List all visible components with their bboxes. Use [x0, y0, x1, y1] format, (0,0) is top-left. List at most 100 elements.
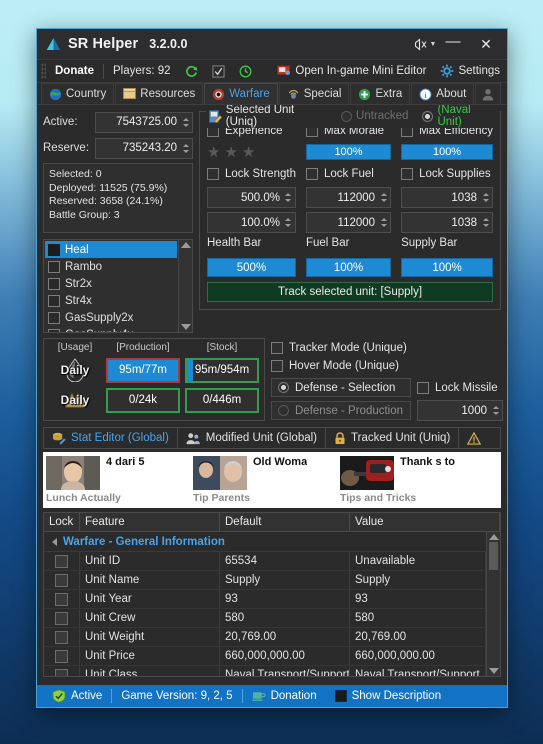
supplies-top-stepper[interactable]: 1038	[401, 187, 493, 208]
checkbox-icon[interactable]	[55, 630, 68, 644]
table-row[interactable]: Unit Weight 20,769.00 20,769.00	[44, 628, 486, 647]
list-item[interactable]: Str2x	[45, 275, 177, 292]
active-money-stepper[interactable]: 7543725.00	[95, 111, 193, 133]
col-default[interactable]: Default	[220, 513, 350, 531]
row-lock[interactable]	[44, 552, 80, 570]
stepper-arrows[interactable]	[284, 218, 295, 227]
untracked-radio-option[interactable]: Untracked	[341, 110, 408, 122]
stat-editor-button[interactable]: Stat Editor (Global)	[44, 428, 178, 448]
col-feature[interactable]: Feature	[80, 513, 220, 531]
checkbox-icon[interactable]	[271, 360, 283, 372]
donate-menu-item[interactable]: Donate	[48, 60, 101, 82]
check-icon[interactable]	[205, 60, 232, 82]
star-icon[interactable]: ★	[242, 145, 255, 160]
oil-production-cell[interactable]: 95m/77m	[106, 357, 180, 383]
checkbox-icon[interactable]	[207, 168, 219, 180]
clock-icon[interactable]	[232, 60, 259, 82]
checkbox-icon[interactable]	[48, 277, 60, 290]
radio-icon[interactable]	[341, 110, 353, 122]
muted-speaker-icon[interactable]: ▼	[411, 31, 437, 57]
row-lock[interactable]	[44, 666, 80, 676]
scroll-up-icon[interactable]	[180, 242, 191, 248]
lock-fuel-checkbox[interactable]: Lock Fuel	[305, 165, 391, 183]
video-card[interactable]: Thank s to Tips and Tricks	[340, 456, 485, 504]
tab-user[interactable]	[475, 83, 502, 104]
table-row[interactable]: Unit ID 65534 Unavailable	[44, 552, 486, 571]
video-thumbnail[interactable]	[193, 456, 247, 490]
lock-missile-checkbox[interactable]: Lock Missile	[417, 379, 498, 397]
table-row[interactable]: Unit Year 93 93	[44, 590, 486, 609]
tab-extra[interactable]: Extra	[350, 83, 411, 104]
row-value[interactable]: 660,000,000.00	[350, 647, 486, 665]
checkbox-icon[interactable]	[334, 690, 347, 702]
row-value[interactable]: 20,769.00	[350, 628, 486, 646]
fuel-bottom-stepper[interactable]: 112000	[305, 212, 392, 233]
tab-about[interactable]: i About	[411, 83, 475, 104]
star-icon[interactable]: ★	[207, 145, 220, 160]
supply-production-cell[interactable]: 0/24k	[106, 387, 180, 413]
checkbox-icon[interactable]	[305, 168, 318, 180]
refresh-icon[interactable]	[178, 60, 205, 82]
fuel-top-stepper[interactable]: 112000	[305, 187, 392, 208]
scrollbar-thumb[interactable]	[489, 542, 498, 570]
warning-button[interactable]	[459, 428, 494, 448]
list-item[interactable]: GasSupply2x	[45, 309, 177, 326]
modified-unit-button[interactable]: Modified Unit (Global)	[178, 428, 327, 448]
lock-strength-checkbox[interactable]: Lock Strength	[207, 165, 296, 183]
oil-stock-cell[interactable]: 95m/954m	[185, 357, 259, 383]
radio-icon[interactable]	[278, 405, 289, 416]
checkbox-icon[interactable]	[55, 668, 68, 676]
track-selected-unit-banner[interactable]: Track selected unit: [Supply]	[207, 282, 493, 302]
col-value[interactable]: Value	[350, 513, 500, 531]
checkbox-icon[interactable]	[48, 328, 60, 332]
checkbox-icon[interactable]	[401, 168, 414, 180]
status-donation[interactable]: Donation	[243, 690, 326, 702]
checkbox-icon[interactable]	[48, 260, 60, 273]
list-item[interactable]: GasSupply4x	[45, 326, 177, 332]
star-icon[interactable]: ★	[224, 145, 237, 160]
tab-warfare[interactable]: Warfare	[204, 83, 278, 104]
row-value[interactable]: Unavailable	[350, 552, 486, 570]
missile-value-stepper[interactable]: 1000	[417, 400, 503, 421]
expand-triangle-icon[interactable]	[52, 537, 57, 546]
row-lock[interactable]	[44, 571, 80, 589]
tab-special[interactable]: Special	[278, 83, 350, 104]
lock-supplies-checkbox[interactable]: Lock Supplies	[401, 165, 493, 183]
unit-list-scrollbar[interactable]	[178, 240, 192, 332]
row-value[interactable]: Naval Transport/Support	[350, 666, 486, 676]
video-thumbnail[interactable]	[46, 456, 100, 490]
checkbox-icon[interactable]	[48, 294, 60, 307]
radio-icon[interactable]	[422, 110, 434, 122]
checkbox-icon[interactable]	[55, 649, 68, 663]
table-group-row[interactable]: Warfare - General Information	[44, 532, 486, 552]
checkbox-icon[interactable]	[55, 611, 68, 625]
tab-country[interactable]: Country	[41, 83, 115, 104]
reserve-money-stepper[interactable]: 735243.20	[95, 137, 193, 159]
list-item[interactable]: Str4x	[45, 292, 177, 309]
checkbox-icon[interactable]	[55, 573, 68, 587]
list-item[interactable]: Rambo	[45, 258, 177, 275]
scroll-down-icon[interactable]	[180, 324, 191, 330]
tab-resources[interactable]: Resources	[115, 83, 204, 104]
close-button[interactable]: ✕	[469, 31, 503, 57]
defense-selection-option[interactable]: Defense - Selection	[271, 378, 411, 397]
table-scrollbar[interactable]	[486, 532, 500, 676]
supplies-bottom-stepper[interactable]: 1038	[401, 212, 493, 233]
video-card[interactable]: 4 dari 5 Lunch Actually	[46, 456, 191, 504]
minimize-button[interactable]: —	[437, 31, 469, 57]
tracker-mode-checkbox[interactable]: Tracker Mode (Unique)	[271, 339, 503, 357]
stepper-arrows[interactable]	[491, 406, 502, 415]
stepper-arrows[interactable]	[181, 117, 192, 127]
list-item[interactable]: Heal	[45, 241, 177, 258]
table-row[interactable]: Unit Price 660,000,000.00 660,000,000.00	[44, 647, 486, 666]
col-lock[interactable]: Lock	[44, 513, 80, 531]
status-active[interactable]: Active	[43, 689, 111, 703]
stepper-arrows[interactable]	[481, 218, 492, 227]
checkbox-icon[interactable]	[55, 554, 68, 568]
row-lock[interactable]	[44, 590, 80, 608]
scroll-up-icon[interactable]	[488, 534, 499, 540]
video-card[interactable]: Old Woma Tip Parents	[193, 456, 338, 504]
video-thumbnail[interactable]	[340, 456, 394, 490]
naval-radio-option[interactable]: (Naval Unit)	[422, 105, 497, 128]
checkbox-icon[interactable]	[48, 311, 60, 324]
